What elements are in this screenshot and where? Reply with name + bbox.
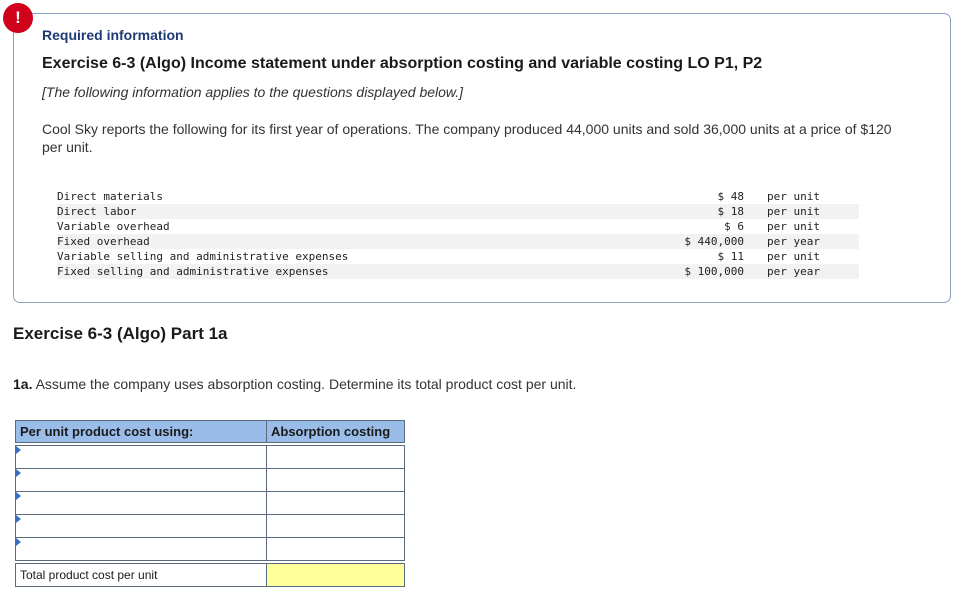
alert-icon: ! <box>3 3 33 33</box>
cost-basis: per year <box>767 265 820 278</box>
cost-label: Fixed overhead <box>57 235 150 248</box>
total-cost-label: Total product cost per unit <box>15 563 267 587</box>
info-note: [The following information applies to th… <box>42 84 464 100</box>
cost-basis: per unit <box>767 190 820 203</box>
cost-row: Direct labor $ 18 per unit <box>57 204 859 219</box>
cost-item-select[interactable] <box>16 469 266 491</box>
header-per-unit-cost: Per unit product cost using: <box>15 420 267 443</box>
dropdown-marker-icon <box>16 515 21 523</box>
question-text: 1a. Assume the company uses absorption c… <box>13 376 576 392</box>
exercise-title: Exercise 6-3 (Algo) Income statement und… <box>42 55 763 72</box>
total-cost-input[interactable] <box>267 564 404 586</box>
question-body: Assume the company uses absorption costi… <box>32 376 577 392</box>
absorption-cost-input[interactable] <box>267 515 404 537</box>
absorption-cost-input[interactable] <box>267 446 404 468</box>
cost-row: Fixed overhead $ 440,000 per year <box>57 234 859 249</box>
cost-basis: per unit <box>767 220 820 233</box>
cost-label: Direct labor <box>57 205 137 218</box>
cost-amount: $ 6 <box>724 220 744 233</box>
cost-basis: per year <box>767 235 820 248</box>
answer-table: Per unit product cost using: Absorption … <box>15 420 405 587</box>
cost-amount: $ 18 <box>717 205 745 218</box>
answer-row <box>15 468 405 492</box>
absorption-cost-input[interactable] <box>267 469 404 491</box>
cost-item-select[interactable] <box>16 538 266 560</box>
cost-row: Variable selling and administrative expe… <box>57 249 859 264</box>
answer-row <box>15 537 405 561</box>
problem-description: Cool Sky reports the following for its f… <box>42 121 892 155</box>
cost-amount: $ 440,000 <box>684 235 744 248</box>
cost-data-table: Direct materials $ 48 per unit Direct la… <box>57 189 859 279</box>
total-row: Total product cost per unit <box>15 563 405 587</box>
dropdown-marker-icon <box>16 469 21 477</box>
absorption-cost-input[interactable] <box>267 492 404 514</box>
cost-label: Variable selling and administrative expe… <box>57 250 349 263</box>
question-number: 1a. <box>13 376 33 392</box>
cost-row: Fixed selling and administrative expense… <box>57 264 859 279</box>
cost-label: Direct materials <box>57 190 163 203</box>
answer-row <box>15 491 405 515</box>
answer-row <box>15 514 405 538</box>
absorption-cost-input[interactable] <box>267 538 404 560</box>
header-absorption-costing: Absorption costing <box>266 420 405 443</box>
answer-table-header: Per unit product cost using: Absorption … <box>15 420 405 443</box>
part-title: Exercise 6-3 (Algo) Part 1a <box>13 324 228 343</box>
cost-amount: $ 11 <box>717 250 745 263</box>
cost-label: Fixed selling and administrative expense… <box>57 265 329 278</box>
dropdown-marker-icon <box>16 492 21 500</box>
dropdown-marker-icon <box>16 446 21 454</box>
required-information-heading: Required information <box>42 27 184 43</box>
cost-item-select[interactable] <box>16 515 266 537</box>
cost-label: Variable overhead <box>57 220 170 233</box>
cost-row: Variable overhead $ 6 per unit <box>57 219 859 234</box>
answer-row <box>15 445 405 469</box>
cost-row: Direct materials $ 48 per unit <box>57 189 859 204</box>
dropdown-marker-icon <box>16 538 21 546</box>
cost-amount: $ 100,000 <box>684 265 744 278</box>
cost-basis: per unit <box>767 205 820 218</box>
cost-item-select[interactable] <box>16 446 266 468</box>
cost-amount: $ 48 <box>717 190 745 203</box>
cost-basis: per unit <box>767 250 820 263</box>
cost-item-select[interactable] <box>16 492 266 514</box>
